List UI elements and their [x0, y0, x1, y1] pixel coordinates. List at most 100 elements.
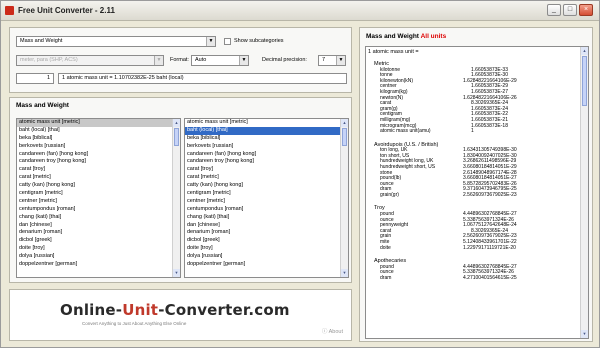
scroll-down-icon[interactable]: ▼: [341, 269, 348, 277]
list-item[interactable]: berkovets [russian]: [185, 143, 348, 151]
list-item[interactable]: centumpondus [roman]: [17, 206, 180, 214]
unit-search-dropdown[interactable]: meter, para (SHP, ACS) ▼: [16, 55, 164, 66]
format-dropdown[interactable]: Auto ▼: [191, 55, 249, 66]
list-item[interactable]: carat [troy]: [185, 166, 348, 174]
result-unit: doite: [380, 244, 391, 251]
precision-value: 7: [322, 57, 326, 63]
format-value: Auto: [195, 57, 207, 63]
scrollbar[interactable]: ▲ ▼: [580, 47, 588, 338]
list-item[interactable]: carat [metric]: [185, 174, 348, 182]
result-value: 2.56260973679025E-23: [463, 192, 517, 199]
result-value: 1.22979171119721E-20: [463, 244, 516, 251]
about-link[interactable]: ⓘ About: [322, 327, 343, 335]
about-label: About: [328, 329, 343, 335]
controls-panel: Mass and Weight ▼ Show subcategories met…: [9, 27, 352, 93]
minimize-button[interactable]: _: [547, 4, 561, 16]
result-unit: grain(gr): [380, 192, 399, 199]
list-item[interactable]: chang (kati) [thai]: [17, 214, 180, 222]
list-item[interactable]: atomic mass unit [metric]: [17, 119, 180, 127]
chevron-down-icon[interactable]: ▼: [336, 56, 345, 65]
maximize-button[interactable]: □: [563, 4, 577, 16]
list-item[interactable]: beka [biblical]: [185, 135, 348, 143]
scroll-thumb[interactable]: [582, 56, 587, 106]
list-item[interactable]: candareen troy [hong kong]: [185, 158, 348, 166]
category-value: Mass and Weight: [20, 38, 63, 44]
list-item[interactable]: dicbol [greek]: [17, 237, 180, 245]
results-head: 1 atomic mass unit =: [368, 49, 419, 55]
list-item[interactable]: doppelzentner [german]: [17, 261, 180, 269]
subcategories-label: Show subcategories: [234, 38, 284, 44]
chevron-down-icon[interactable]: ▼: [239, 56, 248, 65]
list-item[interactable]: candareen (fan) [hong kong]: [185, 151, 348, 159]
list-item[interactable]: centumpondus [roman]: [185, 206, 348, 214]
logo-text-c: -Converter.com: [158, 301, 290, 319]
list-item[interactable]: centner [metric]: [17, 198, 180, 206]
list-item[interactable]: doite [troy]: [17, 245, 180, 253]
unit-search-placeholder: meter, para (SHP, ACS): [20, 57, 78, 63]
results-title: Mass and Weight All units: [366, 33, 446, 40]
site-logo[interactable]: Online-Unit-Converter.com: [60, 301, 290, 319]
logo-tagline: Convert Anything to Just About Anything …: [82, 321, 187, 326]
results-title-text: Mass and Weight: [366, 33, 419, 40]
close-button[interactable]: ×: [579, 4, 593, 16]
list-item[interactable]: doppelzentner [german]: [185, 261, 348, 269]
list-item[interactable]: dolya [russian]: [185, 253, 348, 261]
list-item[interactable]: baht (local) [thai]: [185, 126, 348, 135]
list-item[interactable]: dan [chinese]: [185, 222, 348, 230]
scroll-down-icon[interactable]: ▼: [173, 269, 180, 277]
chevron-down-icon[interactable]: ▼: [154, 56, 163, 65]
from-unit-list[interactable]: atomic mass unit [metric] baht (local) [t…: [16, 118, 181, 278]
window-title: Free Unit Converter - 2.11: [18, 6, 115, 15]
scrollbar[interactable]: ▲ ▼: [340, 119, 348, 277]
scroll-up-icon[interactable]: ▲: [341, 119, 348, 127]
result-value: 1.66053873E-18: [471, 122, 508, 129]
list-item[interactable]: centner [metric]: [185, 198, 348, 206]
list-item[interactable]: dan [chinese]: [17, 222, 180, 230]
list-item[interactable]: centigram [metric]: [17, 190, 180, 198]
results-title-accent: All units: [420, 33, 447, 40]
logo-text-a: Online-: [60, 301, 123, 319]
list-item[interactable]: denarium [roman]: [185, 229, 348, 237]
scroll-up-icon[interactable]: ▲: [173, 119, 180, 127]
category-dropdown[interactable]: Mass and Weight ▼: [16, 36, 216, 47]
to-unit-list[interactable]: atomic mass unit [metric] baht (local) [t…: [184, 118, 349, 278]
list-item[interactable]: dolya [russian]: [17, 253, 180, 261]
chevron-down-icon[interactable]: ▼: [206, 37, 215, 46]
results-list[interactable]: 1 atomic mass unit = ▲ ▼ Metric kilotonne…: [365, 46, 589, 339]
scroll-down-icon[interactable]: ▼: [581, 330, 588, 338]
app-window: Free Unit Converter - 2.11 _ □ × Mass an…: [0, 0, 600, 348]
title-bar[interactable]: Free Unit Converter - 2.11 _ □ ×: [1, 1, 599, 21]
lists-title: Mass and Weight: [16, 102, 69, 109]
app-icon: [5, 6, 14, 15]
list-item[interactable]: catty (kan) [hong kong]: [185, 182, 348, 190]
logo-panel: Online-Unit-Converter.com Convert Anythi…: [9, 289, 352, 341]
amount-input[interactable]: 1: [16, 73, 54, 84]
list-item[interactable]: carat [metric]: [17, 174, 180, 182]
scroll-thumb[interactable]: [342, 128, 347, 146]
list-item[interactable]: centigram [metric]: [185, 190, 348, 198]
list-item[interactable]: chang (kati) [thai]: [185, 214, 348, 222]
scroll-up-icon[interactable]: ▲: [581, 47, 588, 55]
scroll-thumb[interactable]: [174, 128, 179, 146]
list-item[interactable]: carat [troy]: [17, 166, 180, 174]
list-item[interactable]: atomic mass unit [metric]: [185, 119, 348, 127]
logo-text-b: Unit: [122, 301, 159, 319]
list-item[interactable]: beka [biblical]: [17, 135, 180, 143]
subcategories-checkbox[interactable]: [224, 38, 231, 45]
list-item[interactable]: candareen (fan) [hong kong]: [17, 151, 180, 159]
precision-dropdown[interactable]: 7 ▼: [318, 55, 346, 66]
list-item[interactable]: candareen troy [hong kong]: [17, 158, 180, 166]
list-item[interactable]: berkovets [russian]: [17, 143, 180, 151]
list-item[interactable]: catty (kan) [hong kong]: [17, 182, 180, 190]
list-item[interactable]: doite [troy]: [185, 245, 348, 253]
list-item[interactable]: baht (local) [thai]: [17, 127, 180, 135]
scrollbar[interactable]: ▲ ▼: [172, 119, 180, 277]
result-value: 1: [471, 128, 474, 135]
result-value: 4.27100401564615E-25: [463, 274, 517, 281]
format-label: Format:: [170, 57, 189, 63]
precision-label: Decimal precision:: [262, 57, 307, 63]
list-item[interactable]: dicbol [greek]: [185, 237, 348, 245]
result-field[interactable]: 1 atomic mass unit = 1.10702382E-25 baht…: [58, 73, 347, 84]
result-unit: dram: [380, 274, 392, 281]
list-item[interactable]: denarium [roman]: [17, 229, 180, 237]
